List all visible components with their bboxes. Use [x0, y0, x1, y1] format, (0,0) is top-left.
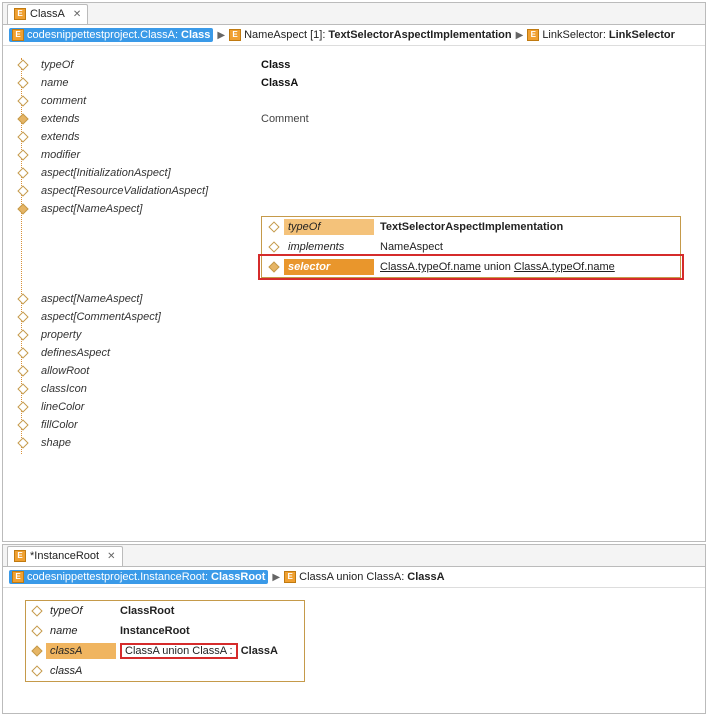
row-aspect-init[interactable]: aspect[InitializationAspect] — [17, 164, 691, 182]
entity-icon: E — [229, 29, 241, 41]
crumb-nameaspect[interactable]: E NameAspect [1]:TextSelectorAspectImple… — [229, 29, 512, 41]
selector-value[interactable]: ClassA.typeOf.name union ClassA.typeOf.n… — [374, 259, 680, 275]
close-icon[interactable]: ✕ — [69, 9, 81, 20]
row-comment[interactable]: comment — [17, 92, 691, 110]
row-name[interactable]: name InstanceRoot — [26, 621, 304, 641]
crumb-root[interactable]: E codesnippettestproject.ClassA:Class — [9, 28, 213, 42]
crumb-root[interactable]: E codesnippettestproject.InstanceRoot:Cl… — [9, 570, 268, 584]
chevron-right-icon: ▶ — [516, 30, 524, 41]
bottom-tabrow: E *InstanceRoot ✕ — [3, 545, 705, 567]
row-aspect-comment[interactable]: aspect[CommentAspect] — [17, 308, 691, 326]
crumb-linkselector[interactable]: E LinkSelector:LinkSelector — [527, 29, 675, 41]
bottom-breadcrumb: E codesnippettestproject.InstanceRoot:Cl… — [3, 567, 705, 588]
row-aspect-name1[interactable]: aspect[NameAspect] — [17, 200, 691, 218]
row-shape[interactable]: shape — [17, 434, 691, 452]
row-typeof[interactable]: typeOf ClassRoot — [26, 601, 304, 621]
top-breadcrumb: E codesnippettestproject.ClassA:Class ▶ … — [3, 25, 705, 46]
bottom-editor: typeOf ClassRoot name InstanceRoot class… — [25, 600, 305, 682]
row-classa-empty[interactable]: classA — [26, 661, 304, 681]
row-property[interactable]: property — [17, 326, 691, 344]
classa-value[interactable]: ClassA union ClassA : ClassA — [116, 641, 304, 661]
chevron-right-icon: ▶ — [217, 30, 225, 41]
row-extends2[interactable]: extends — [17, 128, 691, 146]
entity-icon: E — [14, 550, 26, 562]
row-allowroot[interactable]: allowRoot — [17, 362, 691, 380]
top-tabrow: E ClassA ✕ — [3, 3, 705, 25]
nested-aspect-editor: typeOf TextSelectorAspectImplementation … — [261, 216, 681, 278]
entity-icon: E — [284, 571, 296, 583]
crumb-classa[interactable]: E ClassA union ClassA:ClassA — [284, 571, 444, 583]
tab-instanceroot[interactable]: E *InstanceRoot ✕ — [7, 546, 123, 566]
nested-row-typeof[interactable]: typeOf TextSelectorAspectImplementation — [262, 217, 680, 237]
row-name[interactable]: name ClassA — [17, 74, 691, 92]
row-aspect-resval[interactable]: aspect[ResourceValidationAspect] — [17, 182, 691, 200]
row-classa-selected[interactable]: classA ClassA union ClassA : ClassA — [26, 641, 304, 661]
highlight-box: ClassA union ClassA : — [120, 643, 238, 659]
entity-icon: E — [12, 29, 24, 41]
row-fillcolor[interactable]: fillColor — [17, 416, 691, 434]
entity-icon: E — [527, 29, 539, 41]
top-editor: typeOf Class name ClassA comment extends… — [3, 46, 705, 466]
entity-icon: E — [12, 571, 24, 583]
row-modifier[interactable]: modifier — [17, 146, 691, 164]
close-icon[interactable]: ✕ — [103, 551, 115, 562]
nested-row-implements[interactable]: implements NameAspect — [262, 237, 680, 257]
entity-icon: E — [14, 8, 26, 20]
tab-label: ClassA — [30, 8, 65, 20]
chevron-right-icon: ▶ — [272, 572, 280, 583]
nested-row-selector[interactable]: selector ClassA.typeOf.name union ClassA… — [262, 257, 680, 277]
tab-classa[interactable]: E ClassA ✕ — [7, 4, 88, 24]
row-linecolor[interactable]: lineColor — [17, 398, 691, 416]
row-aspect-name2[interactable]: aspect[NameAspect] — [17, 290, 691, 308]
row-classicon[interactable]: classIcon — [17, 380, 691, 398]
row-definesaspect[interactable]: definesAspect — [17, 344, 691, 362]
tab-label: *InstanceRoot — [30, 550, 99, 562]
row-typeof[interactable]: typeOf Class — [17, 56, 691, 74]
row-extends1[interactable]: extends Comment — [17, 110, 691, 128]
